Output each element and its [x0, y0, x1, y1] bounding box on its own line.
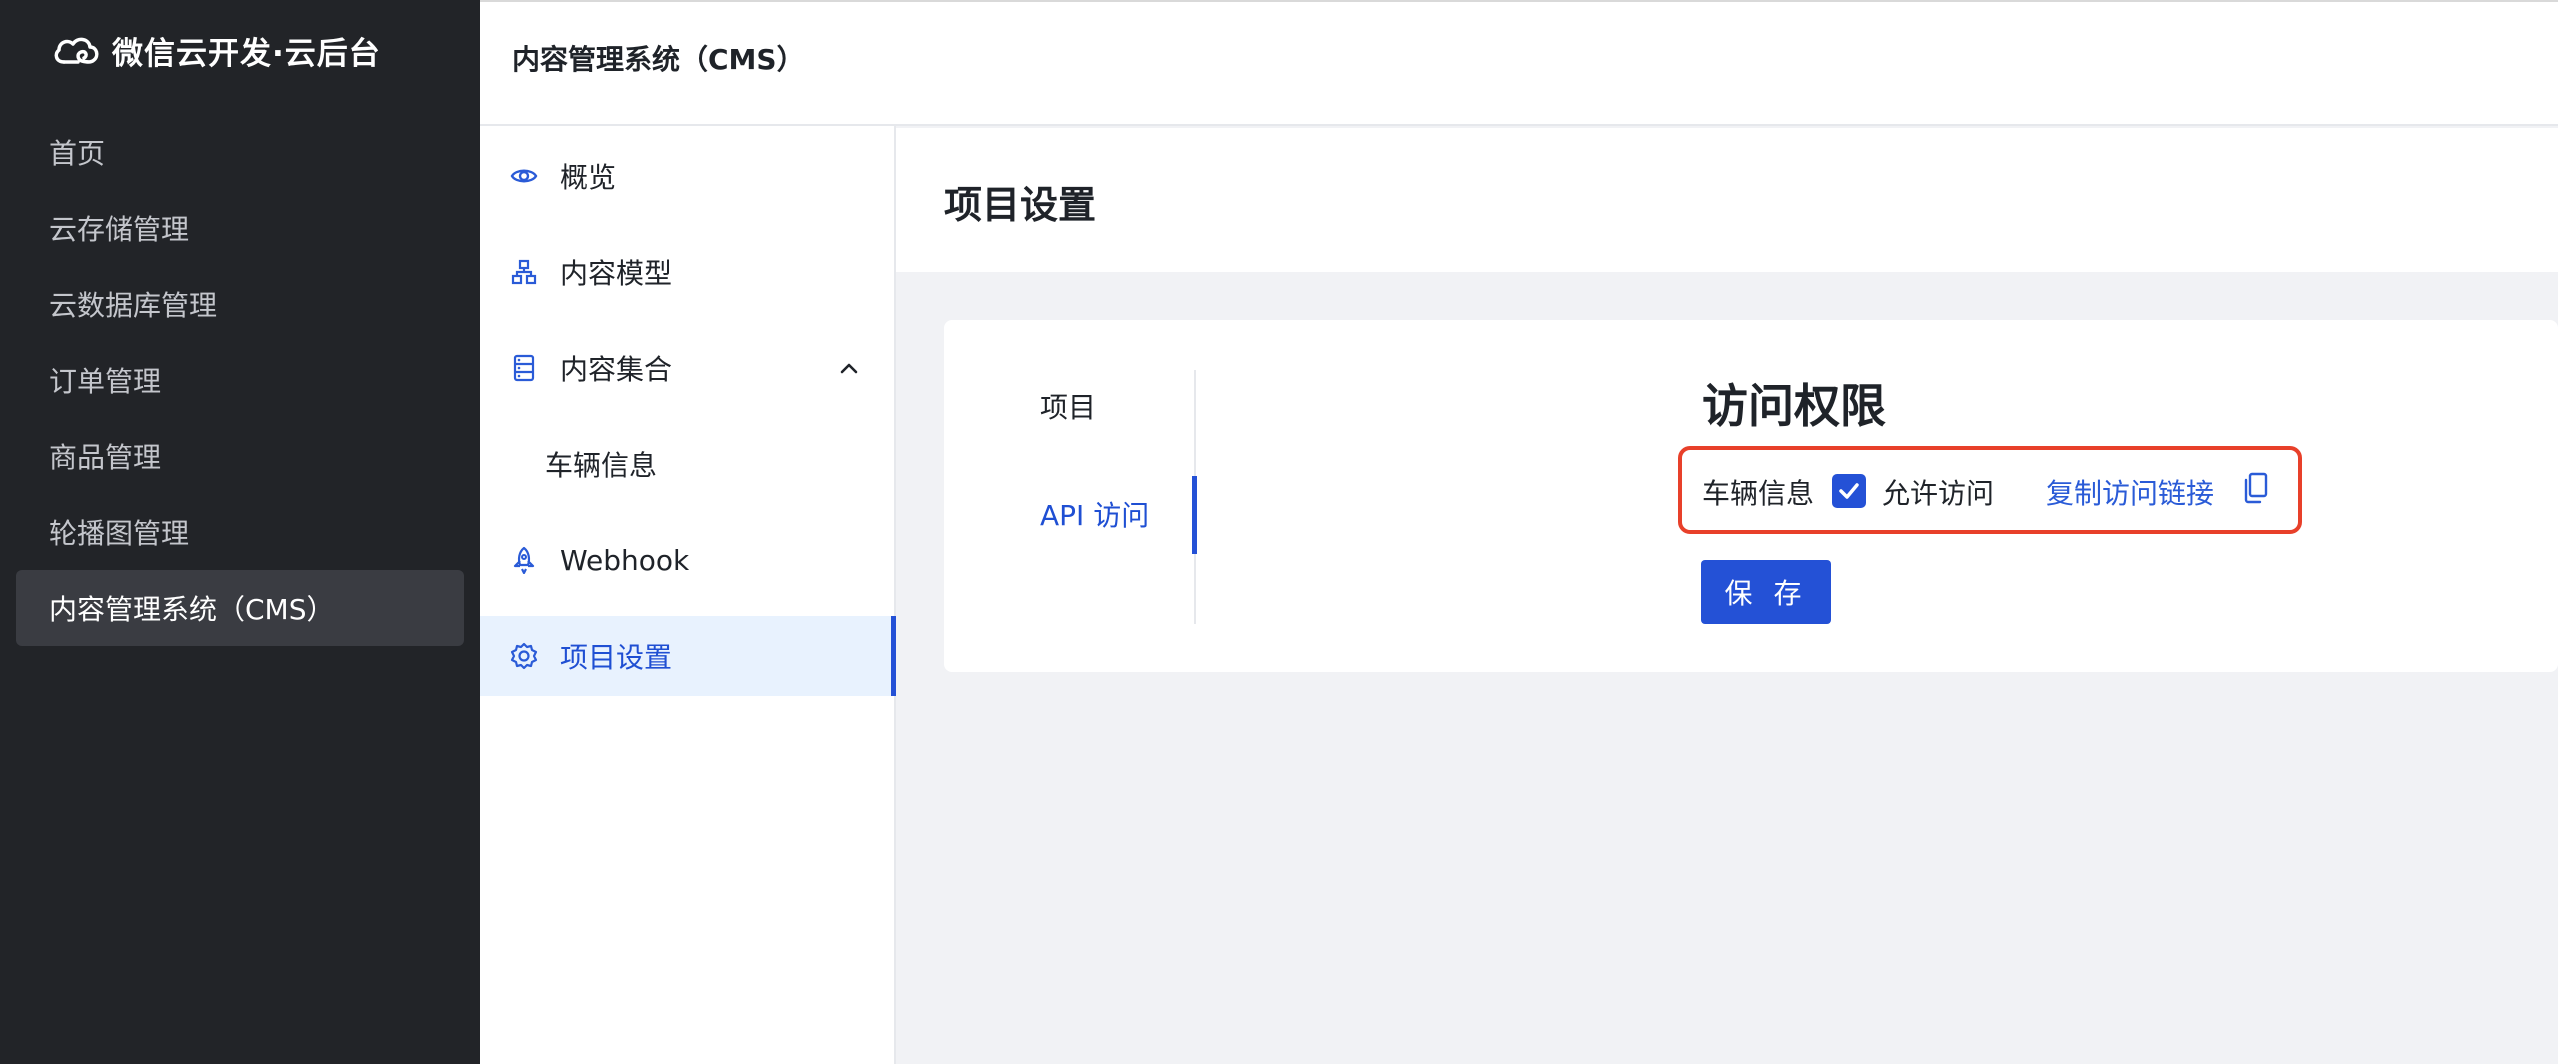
cloud-logo-icon	[54, 37, 99, 64]
nav-item-cms[interactable]: 内容管理系统（CMS）	[16, 570, 464, 646]
hierarchy-icon	[511, 259, 537, 285]
header-title: 内容管理系统（CMS）	[512, 43, 805, 76]
tab-api-access[interactable]: API 访问	[1040, 494, 1149, 534]
allow-access-label[interactable]: 允许访问	[1882, 472, 1994, 512]
cms-nav-models-label: 内容模型	[560, 257, 673, 290]
brand-name: 微信云开发·云后台	[112, 35, 381, 72]
save-button[interactable]: 保 存	[1701, 560, 1831, 624]
page-title: 项目设置	[944, 183, 1097, 227]
checkmark-icon	[1839, 483, 1859, 499]
gear-icon	[510, 642, 538, 670]
cms-nav-webhook-label: Webhook	[560, 543, 690, 577]
eye-icon	[510, 169, 538, 183]
cms-nav-collection-vehicle-info-label: 车辆信息	[545, 449, 658, 482]
allow-access-checkbox[interactable]	[1832, 474, 1866, 508]
rocket-icon	[513, 546, 535, 574]
settings-card: 项目 API 访问 访问权限 车辆信息 允许访问 复制访问链接 保 存	[944, 320, 2558, 672]
database-icon	[513, 354, 535, 382]
chevron-up-icon[interactable]	[838, 357, 860, 379]
copy-icon[interactable]	[2242, 472, 2270, 504]
cms-nav-overview[interactable]: 概览	[480, 136, 896, 216]
nav-item-home[interactable]: 首页	[16, 114, 464, 190]
cms-nav-project-settings[interactable]: 项目设置	[480, 616, 896, 696]
cms-nav-webhook[interactable]: Webhook	[480, 520, 896, 600]
cms-nav-collections-label: 内容集合	[560, 353, 673, 386]
permission-collection-name: 车辆信息	[1702, 477, 1815, 510]
cms-nav-overview-label: 概览	[560, 161, 617, 194]
top-header: 内容管理系统（CMS）	[480, 2, 2558, 126]
cms-sidebar: 概览 内容模型 内容集合 车辆信息 Webhook 项目设置	[480, 126, 896, 1064]
nav-item-cloud-storage[interactable]: 云存储管理	[16, 190, 464, 266]
main-sidebar: 微信云开发·云后台 首页 云存储管理 云数据库管理 订单管理 商品管理 轮播图管…	[0, 0, 480, 1064]
nav-item-products[interactable]: 商品管理	[16, 418, 464, 494]
nav-item-carousel[interactable]: 轮播图管理	[16, 494, 464, 570]
access-permission-title: 访问权限	[1702, 379, 1886, 433]
cms-nav-models[interactable]: 内容模型	[480, 232, 896, 312]
nav-item-cloud-database[interactable]: 云数据库管理	[16, 266, 464, 342]
tab-project[interactable]: 项目	[1040, 386, 1096, 426]
brand: 微信云开发·云后台	[50, 28, 381, 72]
cms-nav-project-settings-label: 项目设置	[560, 641, 673, 674]
page-header: 项目设置	[896, 128, 2558, 272]
cms-nav-collection-vehicle-info[interactable]: 车辆信息	[480, 424, 896, 504]
nav-item-orders[interactable]: 订单管理	[16, 342, 464, 418]
cms-nav-collections[interactable]: 内容集合	[480, 328, 896, 408]
active-tab-indicator	[1192, 476, 1197, 554]
copy-access-link[interactable]: 复制访问链接	[2046, 472, 2214, 512]
permission-row-highlighted: 车辆信息 允许访问 复制访问链接	[1678, 446, 2302, 534]
